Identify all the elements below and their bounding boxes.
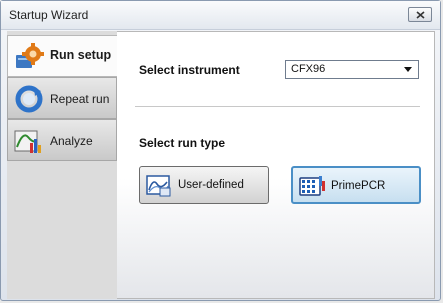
close-button[interactable] xyxy=(408,7,432,22)
sidebar: Run setup Repeat run Analyze xyxy=(7,31,119,299)
instrument-select[interactable]: CFX96 xyxy=(285,60,419,79)
gear-icon xyxy=(16,43,44,68)
select-instrument-label: Select instrument xyxy=(139,63,240,77)
tab-run-setup[interactable]: Run setup xyxy=(7,35,119,77)
analyze-chart-icon xyxy=(14,130,41,153)
repeat-icon xyxy=(15,85,43,113)
window-title: Startup Wizard xyxy=(9,8,89,22)
select-run-type-label: Select run type xyxy=(139,136,226,150)
close-icon xyxy=(416,11,425,19)
startup-wizard-window: Startup Wizard Run setup Repeat run Anal… xyxy=(0,0,441,301)
tab-repeat-run-label: Repeat run xyxy=(50,92,110,106)
primepcr-label: PrimePCR xyxy=(331,180,386,192)
user-defined-button[interactable]: User-defined xyxy=(139,166,269,204)
tab-run-setup-label: Run setup xyxy=(50,48,112,62)
primepcr-plate-icon xyxy=(299,176,325,196)
tab-repeat-run[interactable]: Repeat run xyxy=(7,77,117,119)
tab-analyze-label: Analyze xyxy=(50,134,93,148)
chevron-down-icon xyxy=(404,67,412,72)
run-setup-panel: Select instrument CFX96 Select run type … xyxy=(117,31,435,299)
instrument-select-value: CFX96 xyxy=(291,63,326,75)
title-bar: Startup Wizard xyxy=(1,1,440,30)
primepcr-button[interactable]: PrimePCR xyxy=(291,166,421,204)
user-defined-icon xyxy=(146,175,171,197)
user-defined-label: User-defined xyxy=(178,179,244,191)
tab-analyze[interactable]: Analyze xyxy=(7,119,117,161)
section-divider xyxy=(135,106,420,108)
